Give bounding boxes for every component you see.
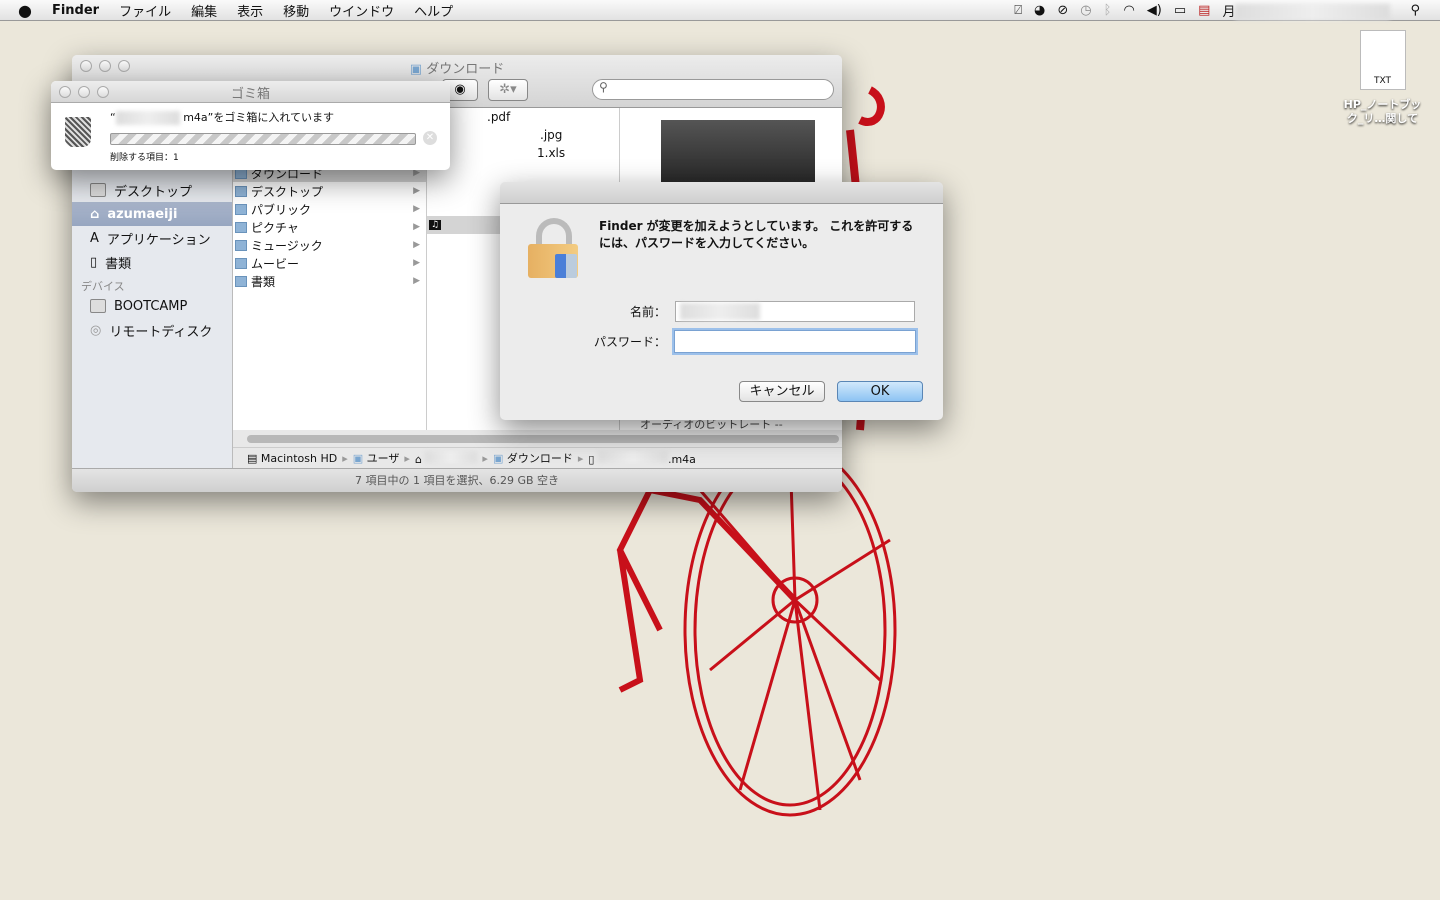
horizontal-scrollbar[interactable] bbox=[247, 435, 839, 443]
disk-icon bbox=[90, 299, 106, 313]
password-label: パスワード： bbox=[593, 335, 666, 349]
column-item[interactable]: 書類 ▶ bbox=[233, 272, 426, 290]
bluetooth-icon[interactable]: ᛒ bbox=[1104, 3, 1112, 18]
sidebar-item-remote-disc[interactable]: ◎ リモートディスク bbox=[72, 318, 232, 342]
sidebar-item-applications[interactable]: A アプリケーション bbox=[72, 226, 232, 250]
search-field[interactable]: ⚲ bbox=[592, 79, 834, 100]
applications-icon: A bbox=[90, 230, 99, 246]
name-field[interactable] bbox=[675, 301, 915, 322]
authentication-dialog: Finder が変更を加えようとしています。 これを許可するには、パスワードを入… bbox=[500, 182, 943, 420]
column-item[interactable]: パブリック ▶ bbox=[233, 200, 426, 218]
action-gear-button[interactable]: ✲▾ bbox=[488, 79, 528, 101]
folder-icon: ▣ bbox=[409, 62, 423, 77]
trash-message: “ m4a”をゴミ箱に入れています bbox=[110, 111, 335, 125]
activity-icon[interactable]: ⊘ bbox=[1057, 3, 1068, 18]
path-item[interactable]: ▣ ユーザ bbox=[353, 450, 400, 466]
cancel-button[interactable]: キャンセル bbox=[739, 381, 825, 402]
path-item[interactable]: ▤ Macintosh HD bbox=[247, 452, 337, 465]
search-input[interactable] bbox=[611, 80, 812, 95]
column-item[interactable]: ミュージック ▶ bbox=[233, 236, 426, 254]
txt-file-icon: TXT bbox=[1359, 30, 1406, 90]
input-source-flag-icon[interactable]: ▤ bbox=[1198, 3, 1210, 18]
column-item[interactable]: デスクトップ ▶ bbox=[233, 182, 426, 200]
preview-thumbnail bbox=[661, 120, 815, 190]
path-item[interactable]: ▣ ダウンロード bbox=[493, 450, 573, 466]
window-title: ▣ ダウンロード bbox=[409, 62, 505, 77]
path-bar: ▤ Macintosh HD ▸ ▣ ユーザ ▸ ⌂ ▸ ▣ ダウンロード ▸ ▯ .… bbox=[233, 447, 842, 468]
clock[interactable]: 月 bbox=[1222, 1, 1391, 21]
menu-bar: ● Finder ファイル 編集 表示 移動 ウインドウ ヘルプ ⍁ ◕ ⊘ ◷… bbox=[0, 0, 1440, 21]
desktop-file[interactable]: TXT HP_ノートブッ ク_リ…関して bbox=[1335, 30, 1430, 126]
sync-status-icon[interactable]: ◕ bbox=[1034, 3, 1045, 18]
auth-message: Finder が変更を加えようとしています。 これを許可するには、パスワードを入… bbox=[599, 219, 914, 250]
apple-menu-icon[interactable]: ● bbox=[0, 1, 42, 20]
path-item[interactable]: ▯ .m4a bbox=[588, 450, 696, 466]
ok-button[interactable]: OK bbox=[837, 381, 923, 402]
spotlight-search-icon[interactable]: ⚲ bbox=[1410, 3, 1420, 18]
trash-icon bbox=[65, 117, 91, 147]
desktop-icon bbox=[90, 183, 106, 197]
trash-items-count: 削除する項目：1 bbox=[110, 153, 179, 163]
music-file-icon: ♫ bbox=[429, 220, 442, 230]
file-item[interactable]: 1.xls bbox=[427, 144, 619, 162]
menu-file[interactable]: ファイル bbox=[109, 1, 181, 20]
finder-icon bbox=[555, 254, 577, 278]
home-icon: ⌂ bbox=[414, 452, 422, 466]
column-item[interactable]: ムービー ▶ bbox=[233, 254, 426, 272]
name-label: 名前： bbox=[629, 305, 666, 319]
menu-go[interactable]: 移動 bbox=[273, 1, 319, 20]
lock-icon bbox=[528, 218, 580, 280]
optical-disc-icon: ◎ bbox=[90, 322, 102, 338]
sidebar-devices-header: デバイス bbox=[81, 280, 125, 293]
file-item[interactable]: .jpg bbox=[427, 126, 619, 144]
sidebar-item-desktop[interactable]: デスクトップ bbox=[72, 178, 232, 202]
search-icon: ⚲ bbox=[599, 80, 608, 94]
desktop-file-label: HP_ノートブッ ク_リ…関して bbox=[1343, 98, 1422, 125]
password-field[interactable] bbox=[674, 330, 916, 353]
menu-finder[interactable]: Finder bbox=[42, 3, 109, 18]
time-machine-icon[interactable]: ◷ bbox=[1080, 3, 1091, 18]
menu-help[interactable]: ヘルプ bbox=[404, 1, 463, 20]
trash-progress-window: ゴミ箱 “ m4a”をゴミ箱に入れています ✕ 削除する項目：1 bbox=[51, 81, 450, 170]
documents-icon: ▯ bbox=[90, 254, 98, 270]
column-item[interactable]: ピクチャ ▶ bbox=[233, 218, 426, 236]
wifi-icon[interactable]: ◠ bbox=[1123, 3, 1134, 18]
battery-icon[interactable]: ▭ bbox=[1174, 3, 1186, 18]
stop-button[interactable]: ✕ bbox=[423, 131, 437, 145]
trash-window-title: ゴミ箱 bbox=[230, 87, 270, 102]
script-menu-icon[interactable]: ⍁ bbox=[1014, 3, 1022, 18]
sidebar-item-home[interactable]: ⌂ azumaeiji bbox=[72, 202, 232, 226]
sidebar-item-documents[interactable]: ▯ 書類 bbox=[72, 250, 232, 274]
menu-window[interactable]: ウインドウ bbox=[319, 1, 404, 20]
menu-edit[interactable]: 編集 bbox=[181, 1, 227, 20]
path-item[interactable]: ⌂ bbox=[414, 450, 478, 466]
trash-progress-bar bbox=[110, 133, 416, 145]
status-bar: 7 項目中の 1 項目を選択、6.29 GB 空き bbox=[72, 468, 842, 492]
file-item[interactable]: .pdf bbox=[427, 108, 619, 126]
volume-icon[interactable]: ◀) bbox=[1147, 3, 1162, 18]
home-icon: ⌂ bbox=[90, 206, 100, 222]
sidebar-item-bootcamp[interactable]: BOOTCAMP bbox=[72, 294, 232, 318]
menu-view[interactable]: 表示 bbox=[227, 1, 273, 20]
